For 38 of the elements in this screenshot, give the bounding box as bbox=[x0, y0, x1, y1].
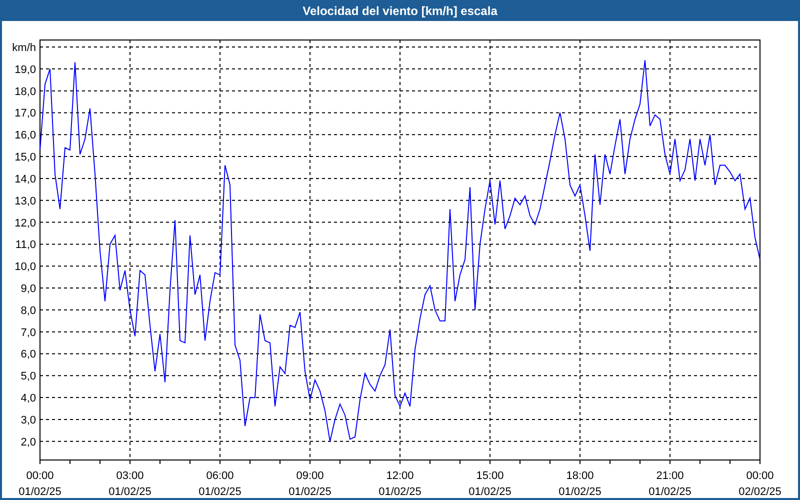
axis-tick-label: 06:00 bbox=[206, 470, 234, 482]
axis-tick-label: 03:00 bbox=[116, 470, 144, 482]
axis-tick-label: 8,0 bbox=[20, 304, 36, 317]
axis-tick-label: 18:00 bbox=[566, 470, 594, 482]
axis-tick-label: 3,0 bbox=[20, 414, 36, 426]
axis-tick-label: 21:00 bbox=[656, 470, 684, 482]
axis-tick-label: 12,0 bbox=[14, 217, 36, 230]
axis-tick-label: 12:00 bbox=[386, 470, 414, 482]
axis-tick-label: 01/02/25 bbox=[378, 486, 422, 498]
axis-tick-label: 6,0 bbox=[20, 348, 36, 361]
axis-tick-label: 01/02/25 bbox=[468, 486, 512, 498]
axis-tick-label: 01/02/25 bbox=[558, 486, 602, 498]
axis-tick-label: 15:00 bbox=[476, 470, 504, 482]
axis-tick-label: 15,0 bbox=[14, 152, 36, 164]
axis-tick-label: 11,0 bbox=[15, 239, 36, 252]
axis-tick-label: 4,0 bbox=[20, 392, 36, 405]
axis-tick-label: 9,0 bbox=[20, 283, 36, 296]
axis-tick-label: 00:00 bbox=[746, 470, 774, 482]
axis-tick-label: 00:00 bbox=[26, 470, 54, 482]
axis-tick-label: 01/02/25 bbox=[648, 486, 692, 498]
axis-tick-label: 01/02/25 bbox=[288, 486, 332, 498]
axis-tick-label: 01/02/25 bbox=[108, 486, 152, 498]
axis-tick-label: 01/02/25 bbox=[18, 486, 62, 498]
axis-tick-label: 10,0 bbox=[14, 261, 36, 274]
axis-tick-label: km/h bbox=[12, 42, 36, 54]
axis-tick-label: 5,0 bbox=[20, 370, 36, 383]
chart-title: Velocidad del viento [km/h] escala bbox=[302, 2, 498, 20]
axis-tick-label: 14,0 bbox=[14, 173, 36, 186]
axis-tick-label: 17,0 bbox=[14, 108, 36, 120]
axis-tick-label: 13,0 bbox=[14, 195, 36, 208]
axis-tick-label: 09:00 bbox=[296, 470, 324, 482]
axis-tick-label: 16,0 bbox=[14, 130, 36, 142]
axis-tick-label: 7,0 bbox=[20, 326, 36, 339]
axis-tick-label: 2,0 bbox=[20, 436, 36, 448]
axis-tick-label: 18,0 bbox=[14, 86, 36, 98]
axis-tick-label: 01/02/25 bbox=[198, 486, 242, 498]
axis-tick-label: 02/02/25 bbox=[738, 486, 782, 498]
axis-tick-label: 19,0 bbox=[14, 64, 36, 76]
